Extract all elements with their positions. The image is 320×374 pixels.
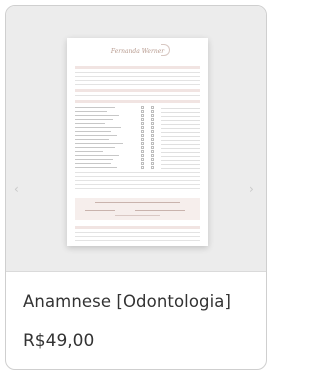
question-row (75, 166, 200, 169)
question-row (75, 110, 200, 113)
question-row (75, 138, 200, 141)
question-row (75, 134, 200, 137)
section-header (75, 100, 200, 103)
question-row (75, 158, 200, 161)
document-logo: Fernanda Werner (110, 48, 165, 55)
form-line (75, 176, 200, 177)
chevron-left-icon[interactable]: ‹ (14, 182, 19, 196)
question-row (75, 106, 200, 109)
section-header (75, 89, 200, 92)
question-row (75, 130, 200, 133)
question-row (75, 142, 200, 145)
form-line (75, 72, 200, 73)
form-line (75, 95, 200, 96)
question-row (75, 118, 200, 121)
product-title[interactable]: Anamnese [Odontologia] (23, 292, 231, 311)
question-row (75, 126, 200, 129)
document-preview: Fernanda Werner (67, 38, 208, 246)
form-line (75, 240, 200, 241)
section-header (75, 226, 200, 229)
form-line (75, 188, 200, 189)
question-row (75, 114, 200, 117)
form-line (75, 80, 200, 81)
form-line (75, 76, 200, 77)
product-image[interactable]: ‹ › Fernanda Werner (6, 6, 266, 272)
question-row (75, 122, 200, 125)
form-line (75, 180, 200, 181)
form-line (75, 232, 200, 233)
section-header (75, 66, 200, 69)
question-row (75, 162, 200, 165)
signature-block (75, 198, 200, 220)
form-line (75, 184, 200, 185)
product-price: R$49,00 (23, 331, 95, 351)
form-line (75, 172, 200, 173)
question-row (75, 146, 200, 149)
chevron-right-icon[interactable]: › (249, 182, 254, 196)
question-row (75, 154, 200, 157)
form-line (75, 236, 200, 237)
question-row (75, 150, 200, 153)
form-line (75, 84, 200, 85)
product-card[interactable]: ‹ › Fernanda Werner Anamnese [Odontologi… (5, 5, 267, 370)
